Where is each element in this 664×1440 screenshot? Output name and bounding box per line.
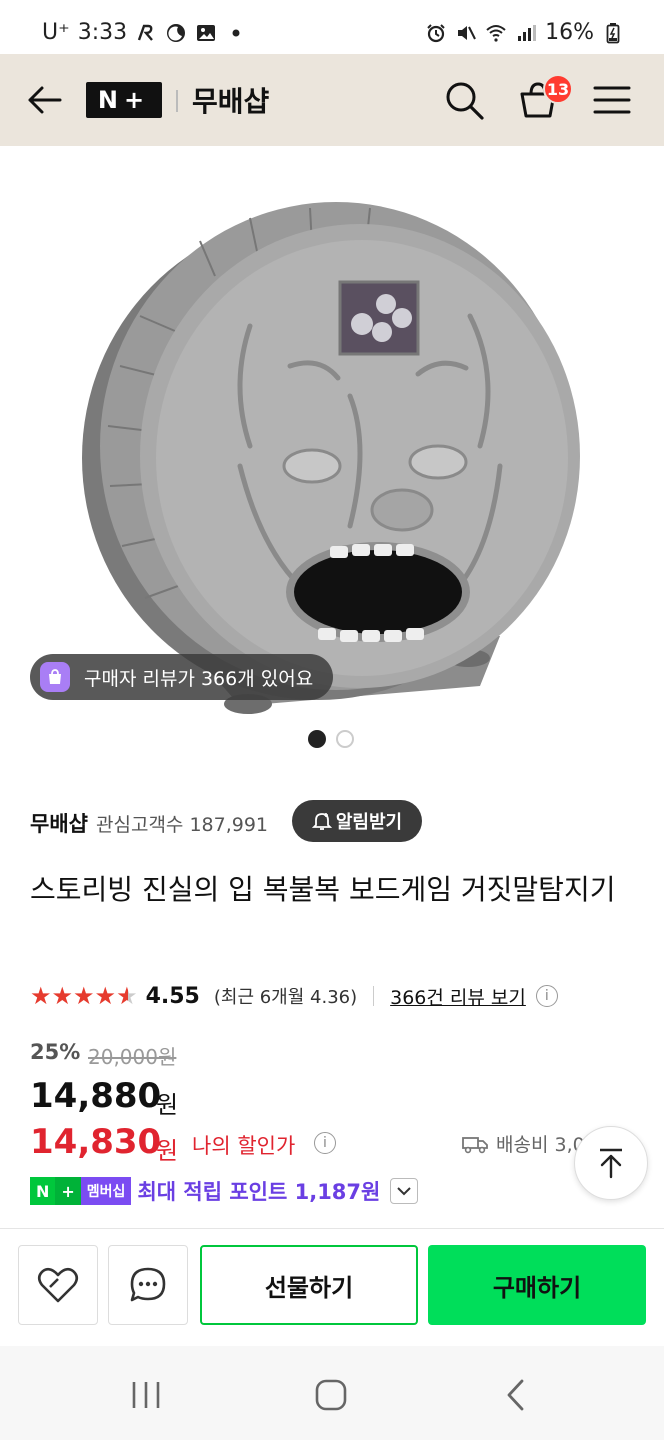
- seller-name[interactable]: 무배샵: [30, 808, 88, 838]
- rating-divider: [373, 986, 375, 1006]
- chevron-left-icon: [507, 1379, 524, 1411]
- status-bar: U⁺ 3:33 16%: [0, 0, 664, 54]
- gallery-pagination: [308, 730, 354, 748]
- shipping-fee: 배송비 3,0: [462, 1130, 585, 1157]
- mute-icon: [455, 22, 477, 44]
- battery-charging-icon: [602, 22, 624, 44]
- app-r-icon: [135, 22, 157, 44]
- product-title: 스토리빙 진실의 입 복불복 보드게임 거짓말탐지기: [30, 873, 616, 906]
- gift-button[interactable]: 선물하기: [200, 1245, 418, 1325]
- scroll-to-top-button[interactable]: [574, 1126, 648, 1200]
- star-icon: ★: [94, 982, 117, 1010]
- sale-price-unit: 원: [156, 1091, 179, 1119]
- badge-n: N: [30, 1177, 56, 1205]
- recent-apps-button[interactable]: [130, 1380, 162, 1414]
- info-icon[interactable]: i: [535, 985, 558, 1007]
- header-divider: [176, 90, 178, 112]
- star-icon: ★: [73, 982, 95, 1010]
- naver-plus-logo[interactable]: N+: [86, 82, 162, 118]
- nplus-membership-badge: N + 멤버십: [30, 1177, 132, 1205]
- rating-row: ★ ★ ★ ★ ★ 4.55 (최근 6개월 4.36) 366건 리뷰 보기 …: [30, 980, 558, 1012]
- alarm-icon: [425, 22, 447, 44]
- home-icon: [315, 1379, 347, 1411]
- carrier-label: U⁺: [42, 20, 70, 45]
- wifi-icon: [485, 22, 507, 44]
- search-button[interactable]: [442, 78, 486, 122]
- badge-membership: 멤버십: [80, 1177, 132, 1205]
- notification-dot-icon: [225, 22, 247, 44]
- cart-count-badge: 13: [543, 74, 573, 104]
- pagination-dot[interactable]: [336, 730, 354, 748]
- wishlist-button[interactable]: [18, 1245, 98, 1325]
- search-icon: [446, 82, 484, 120]
- rating-stars: ★ ★ ★ ★ ★: [30, 982, 138, 1010]
- system-nav-bar: [0, 1346, 664, 1440]
- star-icon: ★: [51, 982, 74, 1010]
- system-back-button[interactable]: [504, 1378, 528, 1416]
- alarm-label: 알림받기: [335, 812, 403, 833]
- sale-price: 14,880: [30, 1076, 162, 1116]
- battery-percent: 16%: [545, 20, 594, 45]
- shipping-fee-label: 배송비 3,0: [496, 1134, 585, 1156]
- follower-count: 관심고객수 187,991: [96, 814, 269, 836]
- view-reviews-link[interactable]: 366건 리뷰 보기: [390, 983, 526, 1010]
- max-points-text: 최대 적립 포인트 1,187원: [137, 1180, 381, 1204]
- alarm-subscribe-button[interactable]: 알림받기: [292, 800, 422, 842]
- membership-points[interactable]: N + 멤버십 최대 적립 포인트 1,187원: [30, 1176, 419, 1206]
- do-not-disturb-icon: [165, 22, 187, 44]
- expand-points-button[interactable]: [390, 1178, 419, 1204]
- gallery-icon: [195, 22, 217, 44]
- store-title[interactable]: 무배샵: [192, 80, 269, 120]
- back-button[interactable]: [24, 82, 64, 118]
- rating-value: 4.55: [145, 983, 200, 1009]
- hamburger-menu-icon: [593, 86, 631, 114]
- arrow-up-icon: [600, 1148, 622, 1179]
- my-price-unit: 원: [156, 1137, 179, 1165]
- bell-plus-icon: [311, 813, 332, 830]
- menu-button[interactable]: [592, 78, 636, 122]
- recent-apps-icon: [132, 1382, 160, 1408]
- home-button[interactable]: [314, 1378, 348, 1416]
- arrow-left-icon: [28, 86, 62, 114]
- chevron-down-icon: [397, 1187, 412, 1196]
- my-discount-price: 14,830: [30, 1122, 162, 1162]
- review-count-chip[interactable]: 구매자 리뷰가 366개 있어요: [30, 654, 334, 700]
- truck-icon: [462, 1136, 488, 1153]
- discount-rate: 25%: [30, 1040, 81, 1064]
- talktalk-button[interactable]: [108, 1245, 188, 1325]
- bottom-action-bar: 선물하기 구매하기: [0, 1228, 664, 1346]
- review-chip-label: 구매자 리뷰가 366개 있어요: [84, 667, 314, 690]
- clock: 3:33: [77, 20, 128, 45]
- half-star-icon: ★: [116, 982, 138, 1010]
- star-icon: ★: [30, 982, 52, 1010]
- signal-icon: [515, 22, 537, 44]
- my-discount-label: 나의 할인가: [192, 1134, 296, 1158]
- shopping-bag-icon: [40, 662, 70, 692]
- badge-plus: +: [55, 1177, 81, 1205]
- buy-button[interactable]: 구매하기: [428, 1245, 646, 1325]
- pagination-dot-active[interactable]: [308, 730, 326, 748]
- info-icon[interactable]: i: [314, 1132, 336, 1154]
- chat-bubble-icon: [130, 1267, 166, 1302]
- heart-icon: [37, 1267, 79, 1303]
- rating-recent: (최근 6개월 4.36): [213, 987, 358, 1008]
- original-price: 20,000원: [88, 1045, 177, 1069]
